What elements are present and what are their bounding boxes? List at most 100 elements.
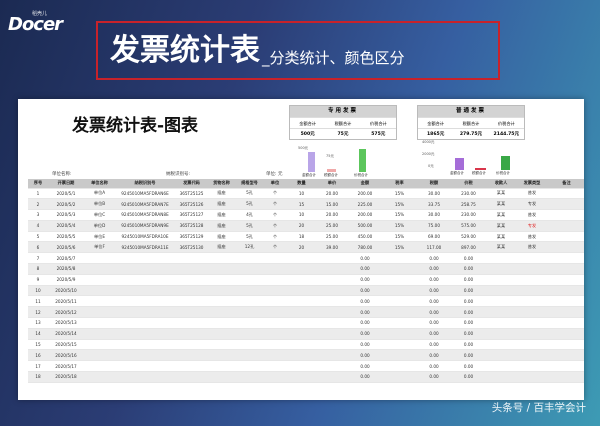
table-cell[interactable]: 225.00 (347, 198, 383, 211)
table-cell[interactable]: 0.00 (452, 263, 485, 275)
table-cell[interactable] (547, 274, 584, 286)
table-cell[interactable]: 0.00 (452, 371, 485, 383)
table-cell[interactable] (547, 188, 584, 200)
table-cell[interactable]: 某某 (485, 209, 517, 221)
table-cell[interactable]: 39.00 (317, 241, 347, 254)
table-cell[interactable]: 个 (264, 188, 286, 200)
table-cell[interactable]: 单位A (84, 188, 115, 200)
table-cell[interactable] (235, 274, 264, 286)
table-cell[interactable] (264, 371, 286, 383)
table-cell[interactable]: 插座 (208, 198, 235, 211)
table-cell[interactable] (115, 328, 175, 340)
table-cell[interactable] (317, 252, 347, 265)
table-cell[interactable] (485, 328, 517, 340)
table-cell[interactable] (115, 274, 175, 286)
table-cell[interactable] (208, 349, 235, 362)
table-cell[interactable]: 0.00 (452, 317, 485, 329)
table-cell[interactable]: 15% (383, 231, 416, 243)
table-cell[interactable] (235, 328, 264, 340)
table-cell[interactable] (175, 328, 208, 340)
table-cell[interactable] (383, 263, 416, 275)
table-cell[interactable] (317, 360, 347, 373)
table-cell[interactable] (175, 274, 208, 286)
table-cell[interactable] (383, 328, 416, 340)
table-cell[interactable]: 2020/5/18 (48, 371, 84, 383)
table-cell[interactable]: 9245010MA5FDRA10E (115, 231, 175, 243)
table-cell[interactable]: 插座 (208, 188, 235, 200)
table-cell[interactable]: 25.00 (317, 220, 347, 232)
table-cell[interactable]: 0.00 (452, 328, 485, 340)
table-row[interactable]: 6 2020/5/6 单位F 9245010MA5FDRA11E 365T25130 插座… (28, 241, 584, 254)
table-cell[interactable] (485, 295, 517, 308)
table-cell[interactable]: 5孔 (235, 231, 264, 243)
table-cell[interactable]: 专发 (517, 198, 547, 211)
table-cell[interactable] (485, 317, 517, 329)
table-cell[interactable]: 0.00 (416, 252, 452, 265)
table-cell[interactable]: 12孔 (235, 241, 264, 254)
table-cell[interactable] (547, 241, 584, 254)
table-cell[interactable]: 3 (28, 209, 48, 221)
table-cell[interactable] (286, 252, 317, 265)
table-cell[interactable] (264, 328, 286, 340)
table-row[interactable]: 18 2020/5/18 0.00 0.00 0.00 (28, 371, 584, 383)
table-cell[interactable]: 0.00 (347, 263, 383, 275)
table-cell[interactable]: 0.00 (347, 328, 383, 340)
table-cell[interactable] (235, 285, 264, 297)
table-cell[interactable]: 9 (28, 274, 48, 286)
table-row[interactable]: 13 2020/5/13 0.00 0.00 0.00 (28, 317, 584, 329)
table-cell[interactable] (115, 252, 175, 265)
table-cell[interactable] (317, 317, 347, 329)
table-cell[interactable] (208, 263, 235, 275)
table-cell[interactable] (383, 306, 416, 319)
table-cell[interactable]: 0.00 (416, 263, 452, 275)
table-cell[interactable] (517, 263, 547, 275)
table-cell[interactable]: 2020/5/3 (48, 209, 84, 221)
table-cell[interactable] (84, 306, 115, 319)
table-cell[interactable]: 5孔 (235, 220, 264, 232)
table-cell[interactable] (84, 285, 115, 297)
table-cell[interactable]: 75.00 (416, 220, 452, 232)
table-cell[interactable]: 13 (28, 317, 48, 329)
table-cell[interactable]: 365T25128 (175, 220, 208, 232)
table-row[interactable]: 7 2020/5/7 0.00 0.00 0.00 (28, 252, 584, 265)
table-cell[interactable] (485, 285, 517, 297)
table-cell[interactable]: 0.00 (347, 252, 383, 265)
table-cell[interactable] (175, 306, 208, 319)
table-cell[interactable] (517, 252, 547, 265)
table-cell[interactable]: 1 (28, 188, 48, 200)
table-cell[interactable]: 15.00 (317, 198, 347, 211)
table-cell[interactable]: 插座 (208, 231, 235, 243)
table-cell[interactable] (175, 295, 208, 308)
table-cell[interactable] (235, 317, 264, 329)
table-cell[interactable]: 某某 (485, 241, 517, 254)
table-cell[interactable]: 0.00 (416, 274, 452, 286)
table-cell[interactable]: 单位C (84, 209, 115, 221)
table-cell[interactable] (115, 317, 175, 329)
table-cell[interactable]: 17 (28, 360, 48, 373)
table-cell[interactable] (115, 339, 175, 351)
table-cell[interactable] (175, 252, 208, 265)
table-cell[interactable]: 0.00 (347, 339, 383, 351)
table-cell[interactable] (84, 371, 115, 383)
table-cell[interactable] (84, 360, 115, 373)
table-cell[interactable]: 插座 (208, 241, 235, 254)
table-cell[interactable] (547, 349, 584, 362)
table-cell[interactable]: 单位D (84, 220, 115, 232)
table-cell[interactable]: 2020/5/2 (48, 198, 84, 211)
table-cell[interactable] (208, 371, 235, 383)
table-cell[interactable] (286, 295, 317, 308)
table-cell[interactable]: 普发 (517, 188, 547, 200)
table-cell[interactable] (264, 339, 286, 351)
table-cell[interactable]: 2020/5/12 (48, 306, 84, 319)
table-cell[interactable]: 200.00 (347, 188, 383, 200)
table-cell[interactable]: 0.00 (416, 349, 452, 362)
table-cell[interactable] (517, 295, 547, 308)
table-cell[interactable]: 15 (28, 339, 48, 351)
table-cell[interactable] (317, 274, 347, 286)
table-cell[interactable] (175, 349, 208, 362)
table-cell[interactable]: 9245010MA5FDRAN9E (115, 220, 175, 232)
table-cell[interactable]: 专发 (517, 220, 547, 232)
table-cell[interactable]: 575.00 (452, 220, 485, 232)
table-cell[interactable] (208, 274, 235, 286)
table-cell[interactable]: 33.75 (416, 198, 452, 211)
